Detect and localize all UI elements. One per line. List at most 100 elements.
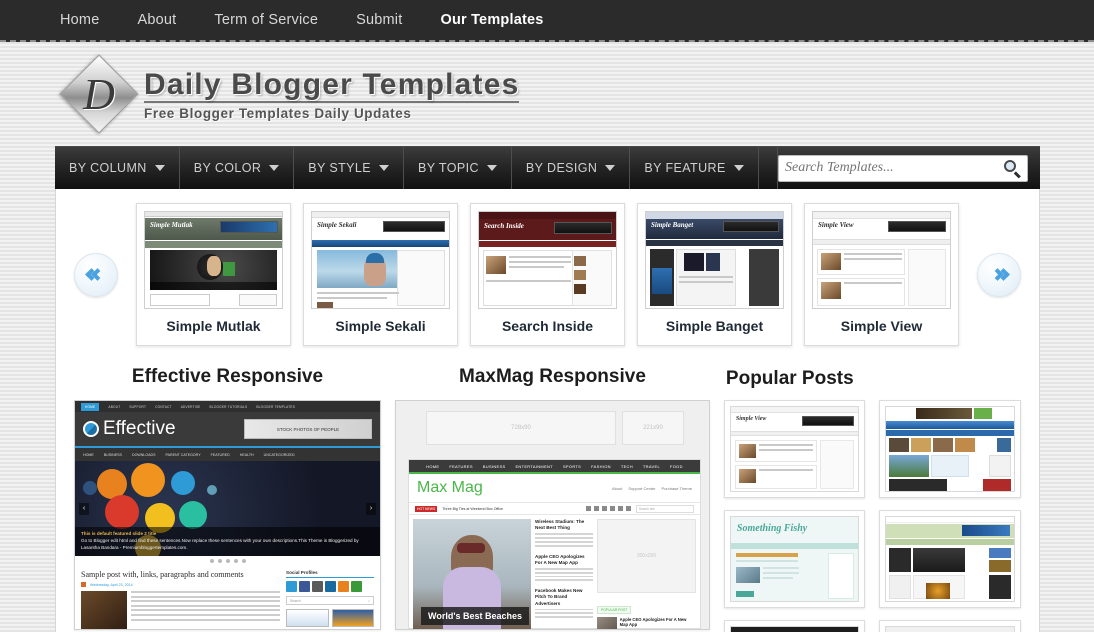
search-input[interactable]	[785, 160, 1004, 176]
preview-topnav-item: ADVERTISE	[180, 404, 201, 409]
menu-item-by-design[interactable]: BY DESIGN	[512, 147, 631, 189]
preview-hero-slider: ‹ › This is default featured slide 2 tit…	[75, 461, 380, 556]
preview-popular-tag: POPULAR POST	[597, 606, 632, 614]
template-card[interactable]: Simple View Simple View	[804, 203, 959, 346]
menu-item-by-style[interactable]: BY STYLE	[294, 147, 405, 189]
preview-search-placeholder: Search	[290, 598, 301, 603]
globe-icon	[83, 421, 99, 437]
logo-title: Daily Blogger Templates	[144, 69, 520, 104]
template-thumbnail: Simple Sekali	[311, 211, 450, 309]
menu-item-by-color[interactable]: BY COLOR	[180, 147, 295, 189]
search-icon[interactable]	[1004, 159, 1021, 178]
preview-slide-text: Go to Blogger edit html and find these s…	[81, 538, 359, 551]
popular-post-item[interactable]: Dark Template	[723, 620, 866, 632]
preview-banners	[286, 609, 374, 627]
google-plus-icon	[609, 506, 615, 511]
template-card[interactable]: Search Inside Search Inside	[470, 203, 625, 346]
popular-post-item[interactable]: Something Fishy	[723, 510, 866, 608]
preview-ad-221x90: 221x90	[622, 411, 684, 445]
preview-search-placeholder: Search site	[638, 506, 655, 511]
search-box[interactable]	[778, 154, 1028, 182]
chevron-down-icon	[379, 165, 390, 171]
preview-article-title: Apple CEO Apologizes For A New Map App	[535, 553, 585, 565]
topnav-item-term-of-service[interactable]: Term of Service	[214, 12, 318, 28]
template-thumbnail: Simple Banget	[645, 211, 784, 309]
carousel-card-list: Simple Mutlak Simple Mutlak Simple Sekal…	[127, 203, 968, 346]
preview-site: HOME FEATURES BUSINESS ENTERTAINMENT SPO…	[408, 459, 701, 629]
popular-post-item[interactable]	[879, 510, 1022, 608]
preview-search: Search ⌕	[286, 596, 374, 605]
popular-post-thumbnail	[885, 516, 1016, 602]
topnav-item-submit[interactable]: Submit	[356, 12, 402, 28]
linkedin-icon	[325, 581, 336, 592]
preview-post-meta: Wednesday, April 23, 2014	[81, 582, 280, 587]
topnav-item-home[interactable]: Home	[60, 12, 99, 28]
popular-post-thumbnail	[885, 406, 1016, 492]
preview-search: Search site	[635, 504, 694, 513]
preview-nav-item: HOME	[426, 463, 440, 469]
social-icons	[585, 506, 631, 511]
menu-label-by-feature: BY FEATURE	[644, 161, 726, 175]
carousel-prev-button[interactable]	[74, 252, 118, 297]
topnav-item-our-templates[interactable]: Our Templates	[440, 12, 543, 28]
chevron-down-icon	[605, 165, 616, 171]
popular-post-item[interactable]: Clean Template	[879, 620, 1022, 632]
menu-item-by-feature[interactable]: BY FEATURE	[630, 147, 759, 189]
preview-post-excerpt	[131, 591, 280, 629]
menu-label-by-design: BY DESIGN	[525, 161, 598, 175]
carousel-next-button[interactable]	[977, 252, 1021, 297]
diamond-monogram-icon: D	[59, 54, 139, 134]
preview-post-title: Sample post with, links, paragraphs and …	[81, 570, 244, 579]
top-navigation-bar: Home About Term of Service Submit Our Te…	[0, 0, 1094, 42]
menu-item-by-topic[interactable]: BY TOPIC	[404, 147, 512, 189]
preview-nav-item: DOWNLOADS	[131, 452, 156, 457]
template-card-label: Simple Sekali	[335, 318, 426, 334]
preview-ticker-text: Three Big Ties at Weekend Box Office	[442, 506, 504, 511]
popular-posts-title: Popular Posts	[725, 368, 854, 389]
social-icons	[286, 581, 374, 592]
preview-article-title: Wireless Stadium: The Next Best Thing	[535, 519, 585, 531]
search-icon: ⌕	[368, 598, 370, 603]
popular-post-item[interactable]	[879, 400, 1022, 498]
topnav-item-about[interactable]: About	[137, 12, 176, 28]
preview-nav-item: FOOD	[670, 463, 683, 469]
preview-hero: World's Best Beaches	[413, 519, 531, 629]
chevron-down-icon	[269, 165, 280, 171]
mail-icon	[351, 581, 362, 592]
template-card-label: Search Inside	[501, 318, 594, 334]
preview-header-link: Support Center	[628, 485, 656, 491]
feature-preview[interactable]: HOME ABOUT SUPPORT CONTACT ADVERTISE BLO…	[74, 400, 381, 630]
preview-ad-728x90: 728x90	[426, 411, 616, 445]
preview-ticker: HOT NEWS Three Big Ties at Weekend Box O…	[409, 502, 700, 515]
template-card[interactable]: Simple Mutlak Simple Mutlak	[136, 203, 291, 346]
monogram-letter: D	[83, 69, 115, 119]
preview-sidebar: 300x250 POPULAR POST Apple CEO Apologize…	[597, 519, 696, 629]
preview-topnav-item: CONTACT	[155, 404, 172, 409]
preview-post-date: Wednesday, April 23, 2014	[90, 582, 133, 587]
template-card[interactable]: Simple Sekali Simple Sekali	[303, 203, 458, 346]
preview-nav-item: FEATURES	[449, 463, 473, 469]
preview-ticker-badge: HOT NEWS	[415, 505, 438, 512]
feature-preview[interactable]: 728x90 221x90 HOME FEATURES BUSINESS ENT…	[395, 400, 710, 630]
site-logo[interactable]: D Daily Blogger Templates Free Blogger T…	[59, 54, 520, 134]
preview-nav-item: HEALTH	[239, 452, 254, 457]
preview-nav-item: BUSINESS	[482, 463, 506, 469]
chevron-down-icon	[733, 165, 744, 171]
preview-nav-item: FASHION	[591, 463, 611, 469]
linkedin-icon	[625, 506, 631, 511]
preview-popular-thumb	[597, 617, 617, 629]
template-card[interactable]: Simple Banget Simple Banget	[637, 203, 792, 346]
preview-logo: Effective	[83, 418, 176, 440]
preview-nav-item: SPORTS	[562, 463, 582, 469]
feature-maxmag-responsive: MaxMag Responsive 728x90 221x90 HOME FEA…	[395, 358, 710, 632]
preview-nav: HOME FEATURES BUSINESS ENTERTAINMENT SPO…	[409, 460, 700, 474]
preview-nav-item: TRAVEL	[642, 463, 660, 469]
menu-item-by-column[interactable]: BY COLUMN	[55, 147, 180, 189]
facebook-icon	[585, 506, 591, 511]
menu-label-by-column: BY COLUMN	[69, 161, 147, 175]
popular-post-item[interactable]: Simple View	[723, 400, 866, 498]
calendar-icon	[81, 582, 86, 587]
preview-ad-row: 728x90 221x90	[396, 401, 709, 451]
preview-topnav-item: ABOUT	[108, 404, 121, 409]
main-content: Simple Mutlak Simple Mutlak Simple Sekal…	[55, 189, 1040, 632]
